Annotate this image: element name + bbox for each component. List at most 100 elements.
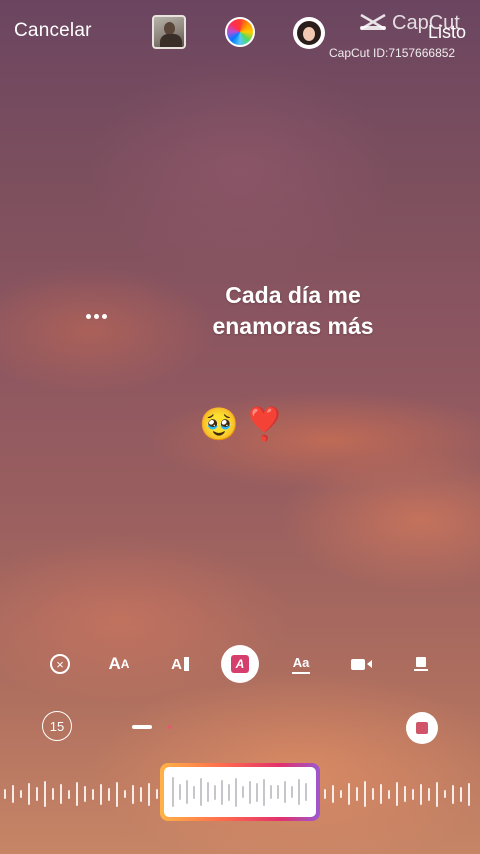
close-tool-button[interactable]: × <box>40 648 80 680</box>
stop-icon <box>416 722 428 734</box>
font-size-icon-small: A <box>120 657 130 671</box>
video-clip-button[interactable] <box>341 648 381 680</box>
waveform-bar <box>460 786 462 802</box>
waveform-bar <box>12 785 14 803</box>
pin-icon-base <box>414 669 428 671</box>
waveform-bar-selected <box>214 784 216 800</box>
font-style-icon: Aa <box>292 654 310 670</box>
caption-line-2: enamoras más <box>212 313 374 339</box>
pleading-face-emoji: 🥹 <box>199 406 239 442</box>
thumbnail-person-body <box>160 34 182 47</box>
waveform-bar <box>60 784 62 804</box>
font-size-button[interactable]: AA <box>99 648 139 680</box>
waveform-bar-selected <box>207 782 209 802</box>
waveform-bar-selected <box>291 786 293 798</box>
text-align-bar <box>183 657 189 671</box>
waveform-bar <box>444 790 446 798</box>
watermark-id-text: CapCut ID:7157666852 <box>329 46 456 60</box>
profile-avatar-button[interactable] <box>293 17 325 49</box>
text-align-button[interactable]: A <box>160 648 200 680</box>
video-camera-icon <box>350 658 365 670</box>
capcut-logo-icon <box>360 13 386 31</box>
text-align-icon: A <box>171 655 182 673</box>
waveform-bar-selected <box>305 783 307 801</box>
waveform-bar-selected <box>200 778 202 806</box>
avatar-face <box>303 27 315 41</box>
font-style-underline <box>292 671 310 674</box>
pin-icon <box>416 657 426 667</box>
waveform-bar <box>148 782 150 806</box>
waveform-bar <box>28 783 30 805</box>
waveform-bar <box>332 785 334 803</box>
page-indicator-active <box>132 725 152 729</box>
waveform-bar <box>132 784 134 804</box>
waveform-bar <box>324 789 326 799</box>
x-circle-icon: × <box>50 654 70 674</box>
waveform-bar <box>372 788 374 800</box>
font-style-button[interactable]: Aa <box>281 648 321 680</box>
text-style-button-selected[interactable]: A <box>221 645 259 683</box>
waveform-bar <box>76 782 78 806</box>
waveform-bar <box>380 784 382 804</box>
waveform-bar <box>124 790 126 798</box>
duration-button[interactable]: 15 <box>42 711 72 741</box>
story-caption-text[interactable]: Cada día me enamoras más <box>180 280 406 342</box>
waveform-bar <box>396 782 398 806</box>
waveform-bar <box>4 789 6 799</box>
video-camera-lens <box>366 660 372 668</box>
waveform-bar-selected <box>172 777 174 807</box>
waveform-bar-selected <box>228 783 230 801</box>
waveform-bar <box>100 783 102 805</box>
waveform-bar <box>420 783 422 805</box>
waveform-bar <box>356 787 358 801</box>
waveform-bar-selected <box>235 777 237 807</box>
waveform-bar <box>36 787 38 801</box>
waveform-bar <box>92 788 94 800</box>
more-options-icon[interactable] <box>86 312 110 322</box>
waveform-bar <box>140 786 142 802</box>
waveform-bar <box>404 786 406 802</box>
waveform-bar <box>452 784 454 804</box>
heart-exclamation-emoji: ❣️ <box>244 406 285 442</box>
pin-button[interactable] <box>401 648 441 680</box>
waveform-bar-selected <box>284 781 286 803</box>
waveform-bar <box>468 782 470 806</box>
waveform-bar <box>84 786 86 802</box>
waveform-bar-selected <box>193 785 195 799</box>
waveform-bar-selected <box>298 779 300 805</box>
watermark-brand-text: CapCut <box>392 12 460 34</box>
waveform-bar-selected <box>221 779 223 805</box>
capcut-watermark: CapCut <box>358 12 460 35</box>
color-wheel-button[interactable] <box>225 17 255 47</box>
waveform-bar <box>116 781 118 807</box>
cancel-button[interactable]: Cancelar <box>14 20 92 42</box>
text-style-icon: A <box>231 655 249 673</box>
waveform-bar <box>44 781 46 807</box>
page-indicator-dot <box>168 725 172 729</box>
waveform-bar <box>156 789 158 799</box>
waveform-bar <box>412 788 414 800</box>
emoji-sticker[interactable]: 🥹 ❣️ <box>199 404 291 444</box>
waveform-bar <box>52 788 54 800</box>
waveform-bar <box>108 787 110 801</box>
waveform-bar-selected <box>179 784 181 800</box>
waveform-bar <box>348 783 350 805</box>
waveform-bar <box>68 789 70 799</box>
caption-line-1: Cada día me <box>225 282 361 308</box>
waveform-bar-selected <box>186 780 188 804</box>
audio-selection-handle[interactable] <box>160 763 320 821</box>
waveform-bar-selected <box>249 780 251 804</box>
media-thumbnail-button[interactable] <box>152 15 186 49</box>
waveform-bar <box>364 781 366 807</box>
waveform-bar-selected <box>263 778 265 806</box>
stop-button[interactable] <box>406 712 438 744</box>
waveform-bar-selected <box>277 785 279 799</box>
waveform-bar-selected <box>242 786 244 798</box>
font-size-icon-big: A <box>108 654 121 673</box>
waveform-bar <box>436 781 438 807</box>
waveform-bar <box>20 790 22 798</box>
waveform-bar <box>388 789 390 799</box>
audio-selection-window <box>164 767 316 817</box>
waveform-bar-selected <box>270 785 272 799</box>
waveform-bar <box>428 787 430 801</box>
